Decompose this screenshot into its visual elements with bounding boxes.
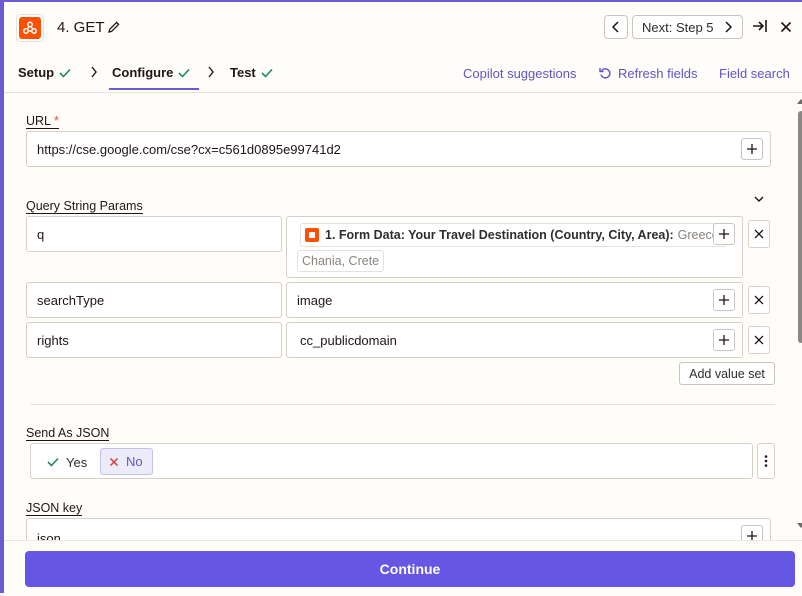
insert-data-button[interactable] (713, 329, 735, 351)
remove-param-button[interactable] (748, 286, 770, 314)
json-key-input[interactable]: json (26, 518, 771, 540)
check-icon (178, 68, 190, 78)
close-icon (754, 295, 764, 305)
param-value-text: cc_publicdomain (300, 332, 397, 348)
url-value: https://cse.google.com/cse?cx=c561d0895e… (37, 141, 341, 157)
more-options-button[interactable] (757, 443, 775, 479)
url-input[interactable]: https://cse.google.com/cse?cx=c561d0895e… (26, 131, 771, 167)
no-option[interactable]: No (100, 448, 153, 475)
more-vertical-icon (764, 455, 768, 467)
url-label-text: URL (26, 114, 51, 128)
x-icon (109, 457, 119, 466)
step-tabs: Setup Configure Test Copilot suggestions… (4, 54, 802, 93)
close-icon (754, 335, 764, 345)
tab-configure[interactable]: Configure (112, 65, 190, 80)
plus-icon (719, 229, 729, 239)
param-value-input[interactable]: image (286, 282, 743, 318)
insert-data-button[interactable] (713, 289, 735, 311)
next-step-label: Next: Step 5 (642, 19, 714, 35)
refresh-fields-label: Refresh fields (618, 66, 698, 81)
chevron-right-icon (91, 66, 97, 78)
chevron-down-icon[interactable] (753, 194, 765, 204)
param-key-input[interactable]: searchType (26, 282, 282, 318)
tab-test[interactable]: Test (230, 65, 273, 80)
tab-test-label: Test (230, 65, 256, 80)
pencil-icon[interactable] (107, 20, 121, 39)
check-icon (261, 68, 273, 78)
mapped-field-label: 1. Form Data: Your Travel Destination (C… (325, 228, 674, 242)
chevron-right-icon (208, 66, 214, 78)
insert-data-button[interactable] (741, 138, 763, 160)
send-as-json-toggle: Yes No (30, 443, 753, 479)
step-title[interactable]: 4. GET (57, 19, 105, 36)
add-value-set-button[interactable]: Add value set (679, 362, 775, 385)
insert-data-button[interactable] (741, 525, 763, 540)
json-key-label: JSON key (26, 501, 83, 516)
param-key-value: q (37, 226, 45, 242)
check-icon (59, 68, 71, 78)
active-tab-indicator (109, 88, 199, 90)
continue-button[interactable]: Continue (25, 551, 795, 587)
url-label: URL * (26, 114, 59, 129)
configure-form: URL * https://cse.google.com/cse?cx=c561… (4, 93, 802, 540)
tab-setup-label: Setup (18, 65, 55, 80)
chevron-right-icon (725, 21, 733, 33)
param-value-input[interactable]: cc_publicdomain (286, 322, 743, 358)
param-key-input[interactable]: rights (26, 322, 282, 358)
json-key-value: json (37, 531, 61, 540)
step-editor-panel: 4. GET Next: Step 5 Setup Configure Test… (0, 0, 802, 596)
query-string-params-label: Query String Params (26, 199, 143, 214)
param-key-value: searchType (37, 292, 105, 308)
previous-step-button[interactable] (604, 15, 628, 39)
check-icon (47, 457, 59, 467)
plus-icon (747, 144, 757, 154)
close-icon (754, 229, 764, 239)
scrollbar-thumb[interactable] (798, 111, 802, 343)
scroll-up-arrow[interactable] (797, 98, 802, 104)
refresh-fields-button[interactable]: Refresh fields (599, 66, 697, 81)
close-icon[interactable] (780, 20, 792, 38)
form-app-icon (305, 228, 319, 242)
collapse-panel-icon[interactable] (752, 19, 768, 38)
plus-icon (747, 531, 757, 540)
remove-param-button[interactable] (748, 220, 770, 248)
param-key-input[interactable]: q (26, 216, 282, 252)
plus-icon (719, 335, 729, 345)
plus-icon (719, 295, 729, 305)
section-divider (30, 404, 775, 405)
param-key-value: rights (37, 332, 69, 348)
yes-label: Yes (66, 454, 88, 470)
refresh-icon (599, 68, 611, 79)
copilot-suggestions-link[interactable]: Copilot suggestions (463, 66, 576, 81)
panel-header: 4. GET Next: Step 5 (4, 2, 802, 54)
insert-data-button[interactable] (713, 223, 735, 245)
tab-setup[interactable]: Setup (18, 65, 71, 80)
param-value-text: image (297, 292, 333, 308)
next-step-button[interactable]: Next: Step 5 (632, 15, 743, 39)
panel-footer: Continue (4, 540, 802, 596)
yes-option[interactable]: Yes (40, 449, 107, 475)
remove-param-button[interactable] (748, 326, 770, 354)
tab-configure-label: Configure (112, 65, 174, 80)
webhook-app-icon (16, 14, 44, 42)
chevron-left-icon (611, 21, 619, 33)
scroll-down-arrow[interactable] (797, 523, 802, 529)
mapped-field-value-continued: Chania, Crete (297, 250, 385, 272)
send-as-json-label: Send As JSON (26, 426, 110, 441)
field-search-link[interactable]: Field search (719, 66, 790, 81)
required-marker: * (54, 114, 59, 128)
no-label: No (126, 454, 143, 469)
mapped-field-pill[interactable]: 1. Form Data: Your Travel Destination (C… (300, 223, 728, 247)
